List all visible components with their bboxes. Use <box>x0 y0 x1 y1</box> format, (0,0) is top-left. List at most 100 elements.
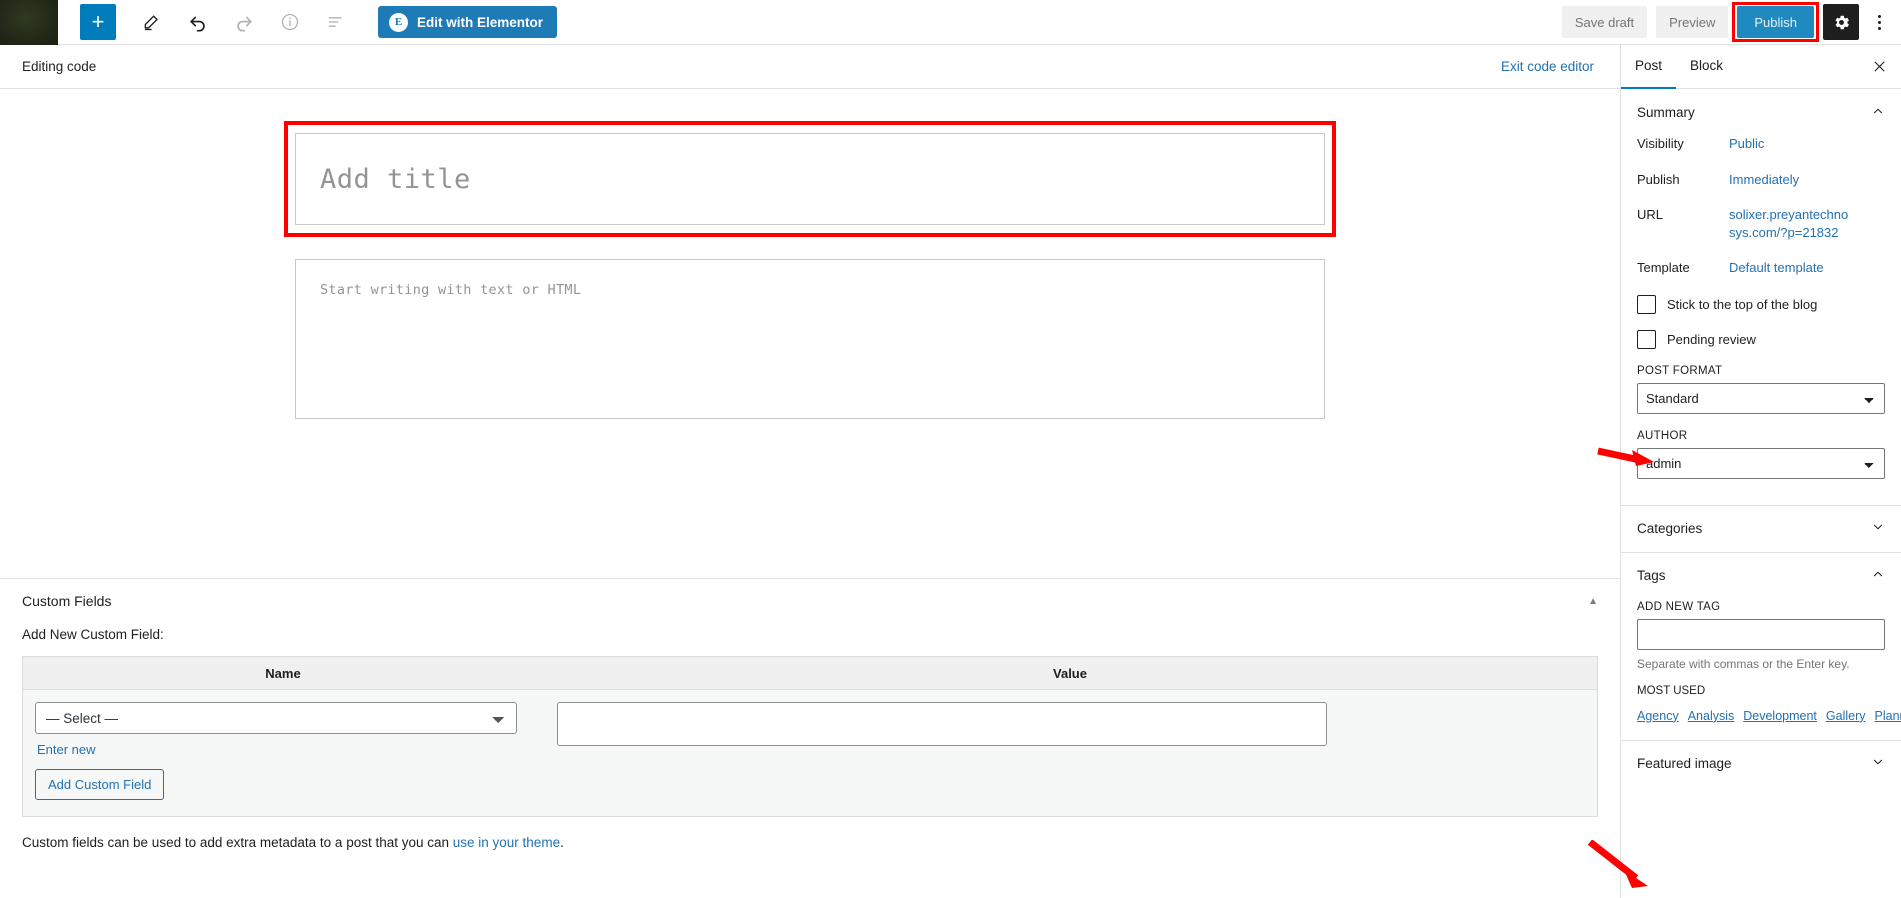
sidebar-tabs: Post Block <box>1621 45 1901 89</box>
summary-row-publish: Publish Immediately <box>1637 171 1885 189</box>
undo-icon[interactable] <box>180 4 216 40</box>
most-used-tag-list: AgencyAnalysisDevelopmentGalleryPlanning… <box>1637 706 1885 728</box>
visibility-label: Visibility <box>1637 135 1729 151</box>
sticky-post-row: Stick to the top of the blog <box>1637 295 1885 314</box>
custom-field-name-select[interactable]: — Select — <box>35 702 517 734</box>
tag-link-agency[interactable]: Agency <box>1637 709 1679 723</box>
exit-code-editor-link[interactable]: Exit code editor <box>1501 59 1594 74</box>
enter-new-link[interactable]: Enter new <box>37 742 543 757</box>
categories-title: Categories <box>1637 521 1702 536</box>
template-label: Template <box>1637 259 1729 275</box>
custom-fields-header: Custom Fields ▲ <box>22 579 1598 623</box>
column-header-name: Name <box>23 657 543 689</box>
close-icon[interactable] <box>1861 49 1897 85</box>
help-text-after: . <box>560 835 564 850</box>
tag-link-planning[interactable]: Planning <box>1875 709 1901 723</box>
post-title-input[interactable]: Add title <box>295 133 1325 225</box>
editing-code-label: Editing code <box>22 59 96 74</box>
custom-field-name-cell: — Select — Enter new Add Custom Field <box>35 702 543 800</box>
post-content-textarea[interactable]: Start writing with text or HTML <box>295 259 1325 419</box>
post-content-placeholder: Start writing with text or HTML <box>320 282 581 298</box>
custom-fields-title: Custom Fields <box>22 593 111 609</box>
add-new-tag-input[interactable] <box>1637 619 1885 650</box>
featured-image-title: Featured image <box>1637 756 1732 771</box>
post-settings-sidebar: Post Block Summary Visibility Public Pub… <box>1620 45 1901 898</box>
tags-title: Tags <box>1637 568 1666 583</box>
custom-fields-panel: Custom Fields ▲ Add New Custom Field: Na… <box>0 578 1620 898</box>
custom-fields-help-text: Custom fields can be used to add extra m… <box>22 835 1598 850</box>
kebab-dot <box>1878 15 1881 18</box>
summary-row-visibility: Visibility Public <box>1637 135 1885 153</box>
post-title-wrapper: Add title <box>295 133 1325 225</box>
custom-fields-table: Name Value — Select — Enter new Add Cust… <box>22 656 1598 817</box>
categories-section-header[interactable]: Categories <box>1621 506 1901 552</box>
chevron-down-icon <box>1871 520 1885 537</box>
use-in-your-theme-link[interactable]: use in your theme <box>453 835 560 850</box>
publish-label: Publish <box>1637 171 1729 187</box>
summary-section-body: Visibility Public Publish Immediately UR… <box>1621 135 1901 505</box>
visibility-value[interactable]: Public <box>1729 135 1849 153</box>
wordpress-block-editor: + E Edit with Elementor S <box>0 0 1901 898</box>
editor-top-bar: + E Edit with Elementor S <box>0 0 1901 45</box>
tags-section-body: ADD NEW TAG Separate with commas or the … <box>1621 601 1901 740</box>
editor-main-column: Editing code Exit code editor Add title … <box>0 45 1620 898</box>
info-icon[interactable] <box>272 4 308 40</box>
pending-review-checkbox[interactable] <box>1637 330 1656 349</box>
edit-pencil-icon[interactable] <box>134 4 170 40</box>
add-block-button[interactable]: + <box>80 4 116 40</box>
custom-field-value-input[interactable] <box>557 702 1327 746</box>
code-editor-bar: Editing code Exit code editor <box>0 45 1620 89</box>
featured-image-section-header[interactable]: Featured image <box>1621 741 1901 787</box>
tags-hint: Separate with commas or the Enter key. <box>1637 657 1885 671</box>
add-custom-field-button[interactable]: Add Custom Field <box>35 769 164 800</box>
list-view-icon[interactable] <box>318 4 354 40</box>
chevron-down-icon <box>1871 755 1885 772</box>
tag-link-development[interactable]: Development <box>1743 709 1817 723</box>
tag-link-analysis[interactable]: Analysis <box>1688 709 1735 723</box>
kebab-menu-icon[interactable] <box>1863 4 1895 40</box>
sticky-post-checkbox[interactable] <box>1637 295 1656 314</box>
edit-with-elementor-button[interactable]: E Edit with Elementor <box>378 6 557 38</box>
post-format-label: POST FORMAT <box>1637 365 1885 377</box>
help-text-before: Custom fields can be used to add extra m… <box>22 835 453 850</box>
add-new-tag-label: ADD NEW TAG <box>1637 601 1885 613</box>
tag-link-gallery[interactable]: Gallery <box>1826 709 1866 723</box>
summary-row-template: Template Default template <box>1637 259 1885 277</box>
custom-fields-collapse-icon[interactable]: ▲ <box>1588 596 1598 607</box>
custom-fields-table-header: Name Value <box>23 657 1597 690</box>
chevron-up-icon <box>1871 567 1885 584</box>
pending-review-label: Pending review <box>1667 332 1756 347</box>
author-label: AUTHOR <box>1637 430 1885 442</box>
tab-block[interactable]: Block <box>1676 45 1737 89</box>
chevron-up-icon <box>1871 104 1885 121</box>
code-editor-area: Add title Start writing with text or HTM… <box>0 89 1620 619</box>
site-icon[interactable] <box>0 0 58 45</box>
save-draft-button[interactable]: Save draft <box>1562 6 1647 38</box>
template-value[interactable]: Default template <box>1729 259 1849 277</box>
sticky-post-label: Stick to the top of the blog <box>1667 297 1817 312</box>
tab-post[interactable]: Post <box>1621 45 1676 89</box>
url-label: URL <box>1637 206 1729 222</box>
column-header-value: Value <box>543 657 1597 689</box>
summary-row-url: URL solixer.preyantechnosys.com/?p=21832 <box>1637 206 1885 241</box>
plus-icon: + <box>92 11 105 33</box>
top-bar-actions: Save draft Preview Publish <box>1562 0 1901 45</box>
elementor-logo-icon: E <box>389 13 408 32</box>
summary-section-header[interactable]: Summary <box>1621 89 1901 135</box>
pending-review-row: Pending review <box>1637 330 1885 349</box>
most-used-label: MOST USED <box>1637 685 1885 697</box>
author-select[interactable]: admin <box>1637 448 1885 479</box>
publish-value[interactable]: Immediately <box>1729 171 1849 189</box>
custom-field-value-cell <box>543 702 1585 800</box>
gear-icon[interactable] <box>1823 4 1859 40</box>
publish-button[interactable]: Publish <box>1737 6 1814 38</box>
tags-section-header[interactable]: Tags <box>1621 553 1901 599</box>
elementor-button-label: Edit with Elementor <box>417 15 543 30</box>
post-format-select[interactable]: Standard <box>1637 383 1885 414</box>
preview-button[interactable]: Preview <box>1656 6 1728 38</box>
custom-fields-table-body: — Select — Enter new Add Custom Field <box>23 690 1597 816</box>
top-bar-tools: + E Edit with Elementor <box>58 4 557 40</box>
kebab-dot <box>1878 21 1881 24</box>
publish-button-wrapper: Publish <box>1737 6 1814 38</box>
url-value[interactable]: solixer.preyantechnosys.com/?p=21832 <box>1729 206 1849 241</box>
